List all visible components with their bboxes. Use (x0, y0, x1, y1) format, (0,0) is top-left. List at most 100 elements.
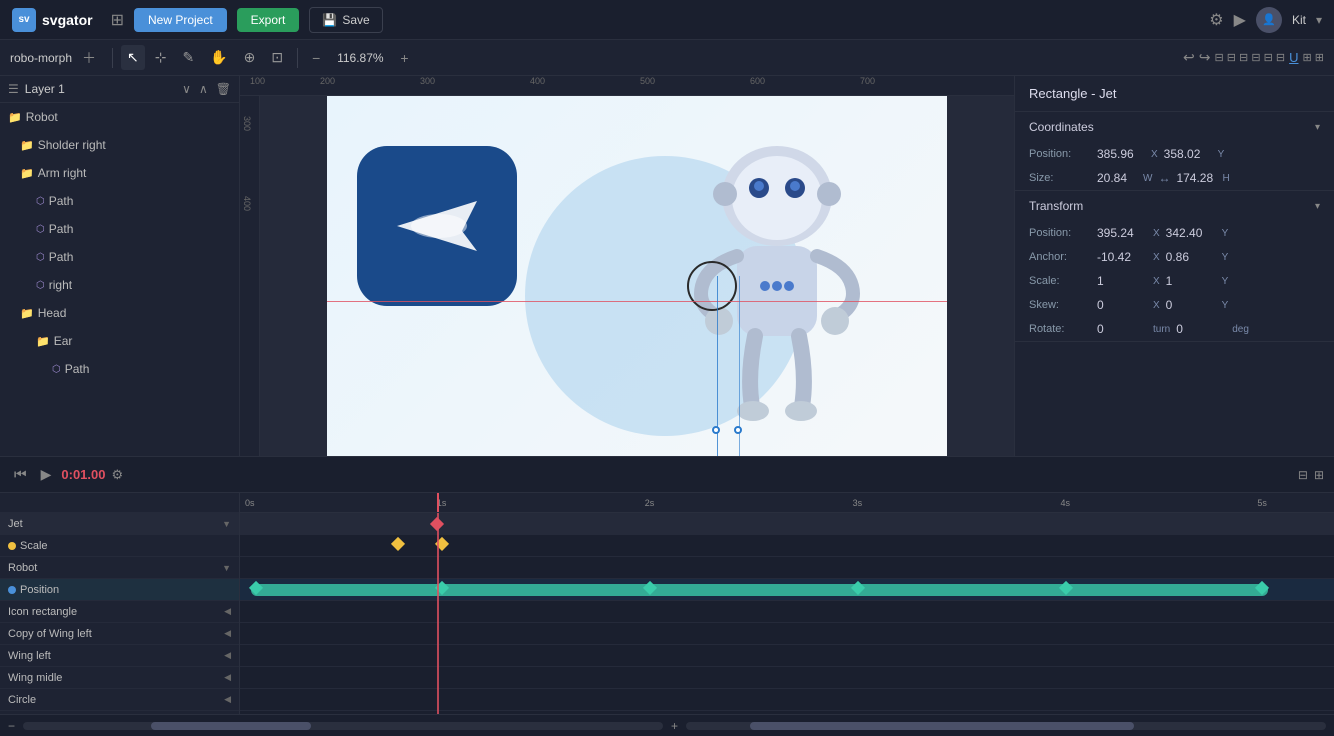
layer-item[interactable]: 📁 Sholder right (0, 131, 239, 159)
playhead-top (437, 493, 439, 512)
skew-y-label: Y (1222, 300, 1229, 311)
position-label: Position: (1029, 148, 1089, 160)
transform-position-label: Position: (1029, 227, 1089, 239)
skew-label: Skew: (1029, 299, 1089, 311)
track-label-icon-rect[interactable]: Icon rectangle ◀ (0, 601, 239, 623)
scale-label: Scale: (1029, 275, 1089, 287)
chevron-down-icon[interactable]: ▾ (1316, 13, 1322, 27)
transform-pos-y: 342.40 (1166, 226, 1216, 240)
save-button[interactable]: 💾 Save (309, 7, 382, 33)
track-row-jet (240, 513, 1334, 535)
transform-pos-x-label: X (1153, 228, 1160, 239)
layer-item[interactable]: ⬡ Path (0, 215, 239, 243)
track-label-copy-wing[interactable]: Copy of Wing left ◀ (0, 623, 239, 645)
track-label-circle[interactable]: Circle ◀ (0, 689, 239, 711)
track-row-wing-mid (240, 667, 1334, 689)
align-icons: ⊟ ⊟ ⊟ ⊟ ⊟ ⊟ (1215, 51, 1286, 64)
grid-toggle[interactable]: ⊞ ⊞ (1303, 51, 1325, 64)
timeline-settings-icon[interactable]: ⚙ (111, 467, 123, 483)
new-project-button[interactable]: New Project (134, 8, 227, 32)
keyframe-scale-2[interactable] (435, 536, 449, 550)
keyframe-scale-1[interactable] (391, 536, 405, 550)
zoom-tool[interactable]: ⊕ (238, 45, 262, 70)
undo-button[interactable]: ↩ (1183, 49, 1195, 66)
redo-button[interactable]: ↪ (1199, 49, 1211, 66)
tl-zoom-out[interactable]: − (8, 719, 15, 733)
timeline-controls-left: ⏮ ▶ 0:01.00 ⚙ (0, 464, 133, 485)
track-label-wing-mid[interactable]: Wing midle ◀ (0, 667, 239, 689)
export-button[interactable]: Export (237, 8, 300, 32)
layer-list: 📁 Robot 📁 Sholder right 📁 Arm right ⬡ Pa… (0, 103, 239, 456)
logo-text: svgator (42, 12, 93, 28)
pos-y-coord: 358.02 Y (1164, 147, 1225, 161)
tl-zoom-in[interactable]: + (671, 719, 678, 733)
crop-tool[interactable]: ⊡ (265, 45, 289, 70)
track-wing-mid-arrow: ◀ (224, 672, 231, 683)
transform-toggle[interactable]: ▾ (1315, 201, 1320, 212)
layer-item[interactable]: 📁 Ear (0, 327, 239, 355)
layer-item[interactable]: 📁 Head (0, 299, 239, 327)
layer-item[interactable]: ⬡ right (0, 271, 239, 299)
play-preview-icon[interactable]: ▶ (1234, 10, 1246, 30)
track-label-scale[interactable]: Scale (0, 535, 239, 557)
skew-y: 0 (1166, 298, 1216, 312)
timeline-icon-2[interactable]: ⊞ (1314, 468, 1324, 482)
anchor-x: -10.42 (1097, 250, 1147, 264)
link-icon[interactable]: ↔ (1158, 171, 1170, 185)
add-layer-button[interactable]: ＋ (82, 48, 96, 68)
track-rows-wrapper (240, 513, 1334, 714)
control-point-1[interactable] (712, 426, 720, 434)
select-tool[interactable]: ↖ (121, 45, 145, 70)
underline-icon[interactable]: U (1289, 50, 1298, 65)
zoom-out-button[interactable]: − (306, 48, 326, 68)
tl-scrollbar-right[interactable] (686, 722, 1326, 730)
layer-item[interactable]: ⬡ Path (0, 187, 239, 215)
hand-tool[interactable]: ✋ (204, 45, 233, 70)
track-row-robot (240, 557, 1334, 579)
anchor-label: Anchor: (1029, 251, 1089, 263)
tl-scrollbar[interactable] (23, 722, 663, 730)
coordinates-toggle[interactable]: ▾ (1315, 122, 1320, 133)
direct-select-tool[interactable]: ⊹ (149, 45, 173, 70)
expand-icon[interactable]: ∧ (199, 82, 208, 96)
collapse-icon[interactable]: ∨ (182, 82, 191, 96)
ruler-5s: 5s (1257, 498, 1267, 508)
canvas-viewport[interactable] (260, 96, 1014, 456)
track-jet-arrow: ▼ (222, 519, 231, 529)
timeline-icon-1[interactable]: ⊟ (1298, 468, 1308, 482)
zoom-in-button[interactable]: + (394, 48, 414, 68)
transform-pos-y-label: Y (1222, 228, 1229, 239)
layers-menu-icon[interactable]: ☰ (8, 82, 19, 96)
coordinates-header[interactable]: Coordinates ▾ (1015, 112, 1334, 142)
anchor-y-label: Y (1222, 252, 1229, 263)
ruler-mark-v: 400 (242, 196, 252, 211)
settings-icon[interactable]: ⚙ (1209, 10, 1223, 30)
track-label-wing-left[interactable]: Wing left ◀ (0, 645, 239, 667)
canvas-area: 100 200 300 400 500 600 700 300 400 (240, 76, 1014, 456)
layer-item[interactable]: 📁 Robot (0, 103, 239, 131)
timeline-start-button[interactable]: ⏮ (10, 464, 31, 485)
delete-icon[interactable]: 🗑 (216, 82, 231, 96)
pen-tool[interactable]: ✎ (177, 45, 201, 70)
layer-item[interactable]: ⬡ Path (0, 355, 239, 383)
timeline-time-display: 0:01.00 (61, 467, 105, 482)
tl-scrollbar-thumb[interactable] (151, 722, 311, 730)
grid-icon[interactable]: ⊞ (111, 10, 124, 30)
track-label-robot[interactable]: Robot ▼ (0, 557, 239, 579)
tl-scrollbar-right-thumb[interactable] (750, 722, 1134, 730)
skew-row: Skew: 0 X 0 Y (1015, 293, 1334, 317)
transform-header[interactable]: Transform ▾ (1015, 191, 1334, 221)
main-area: ☰ Layer 1 ∨ ∧ 🗑 📁 Robot 📁 Sholder right … (0, 76, 1334, 456)
layer-item[interactable]: ⬡ Path (0, 243, 239, 271)
timeline-play-button[interactable]: ▶ (37, 464, 56, 485)
plane-svg (387, 191, 487, 261)
transform-section: Transform ▾ Position: 395.24 X 342.40 Y … (1015, 191, 1334, 342)
track-label-position[interactable]: Position (0, 579, 239, 601)
layer-item[interactable]: 📁 Arm right (0, 159, 239, 187)
control-point-2[interactable] (734, 426, 742, 434)
track-label-jet[interactable]: Jet ▼ (0, 513, 239, 535)
folder-icon: 📁 (8, 111, 22, 124)
size-row: Size: 20.84 W ↔ 174.28 H (1015, 166, 1334, 190)
ruler-3s: 3s (853, 498, 863, 508)
position-dot (8, 586, 16, 594)
